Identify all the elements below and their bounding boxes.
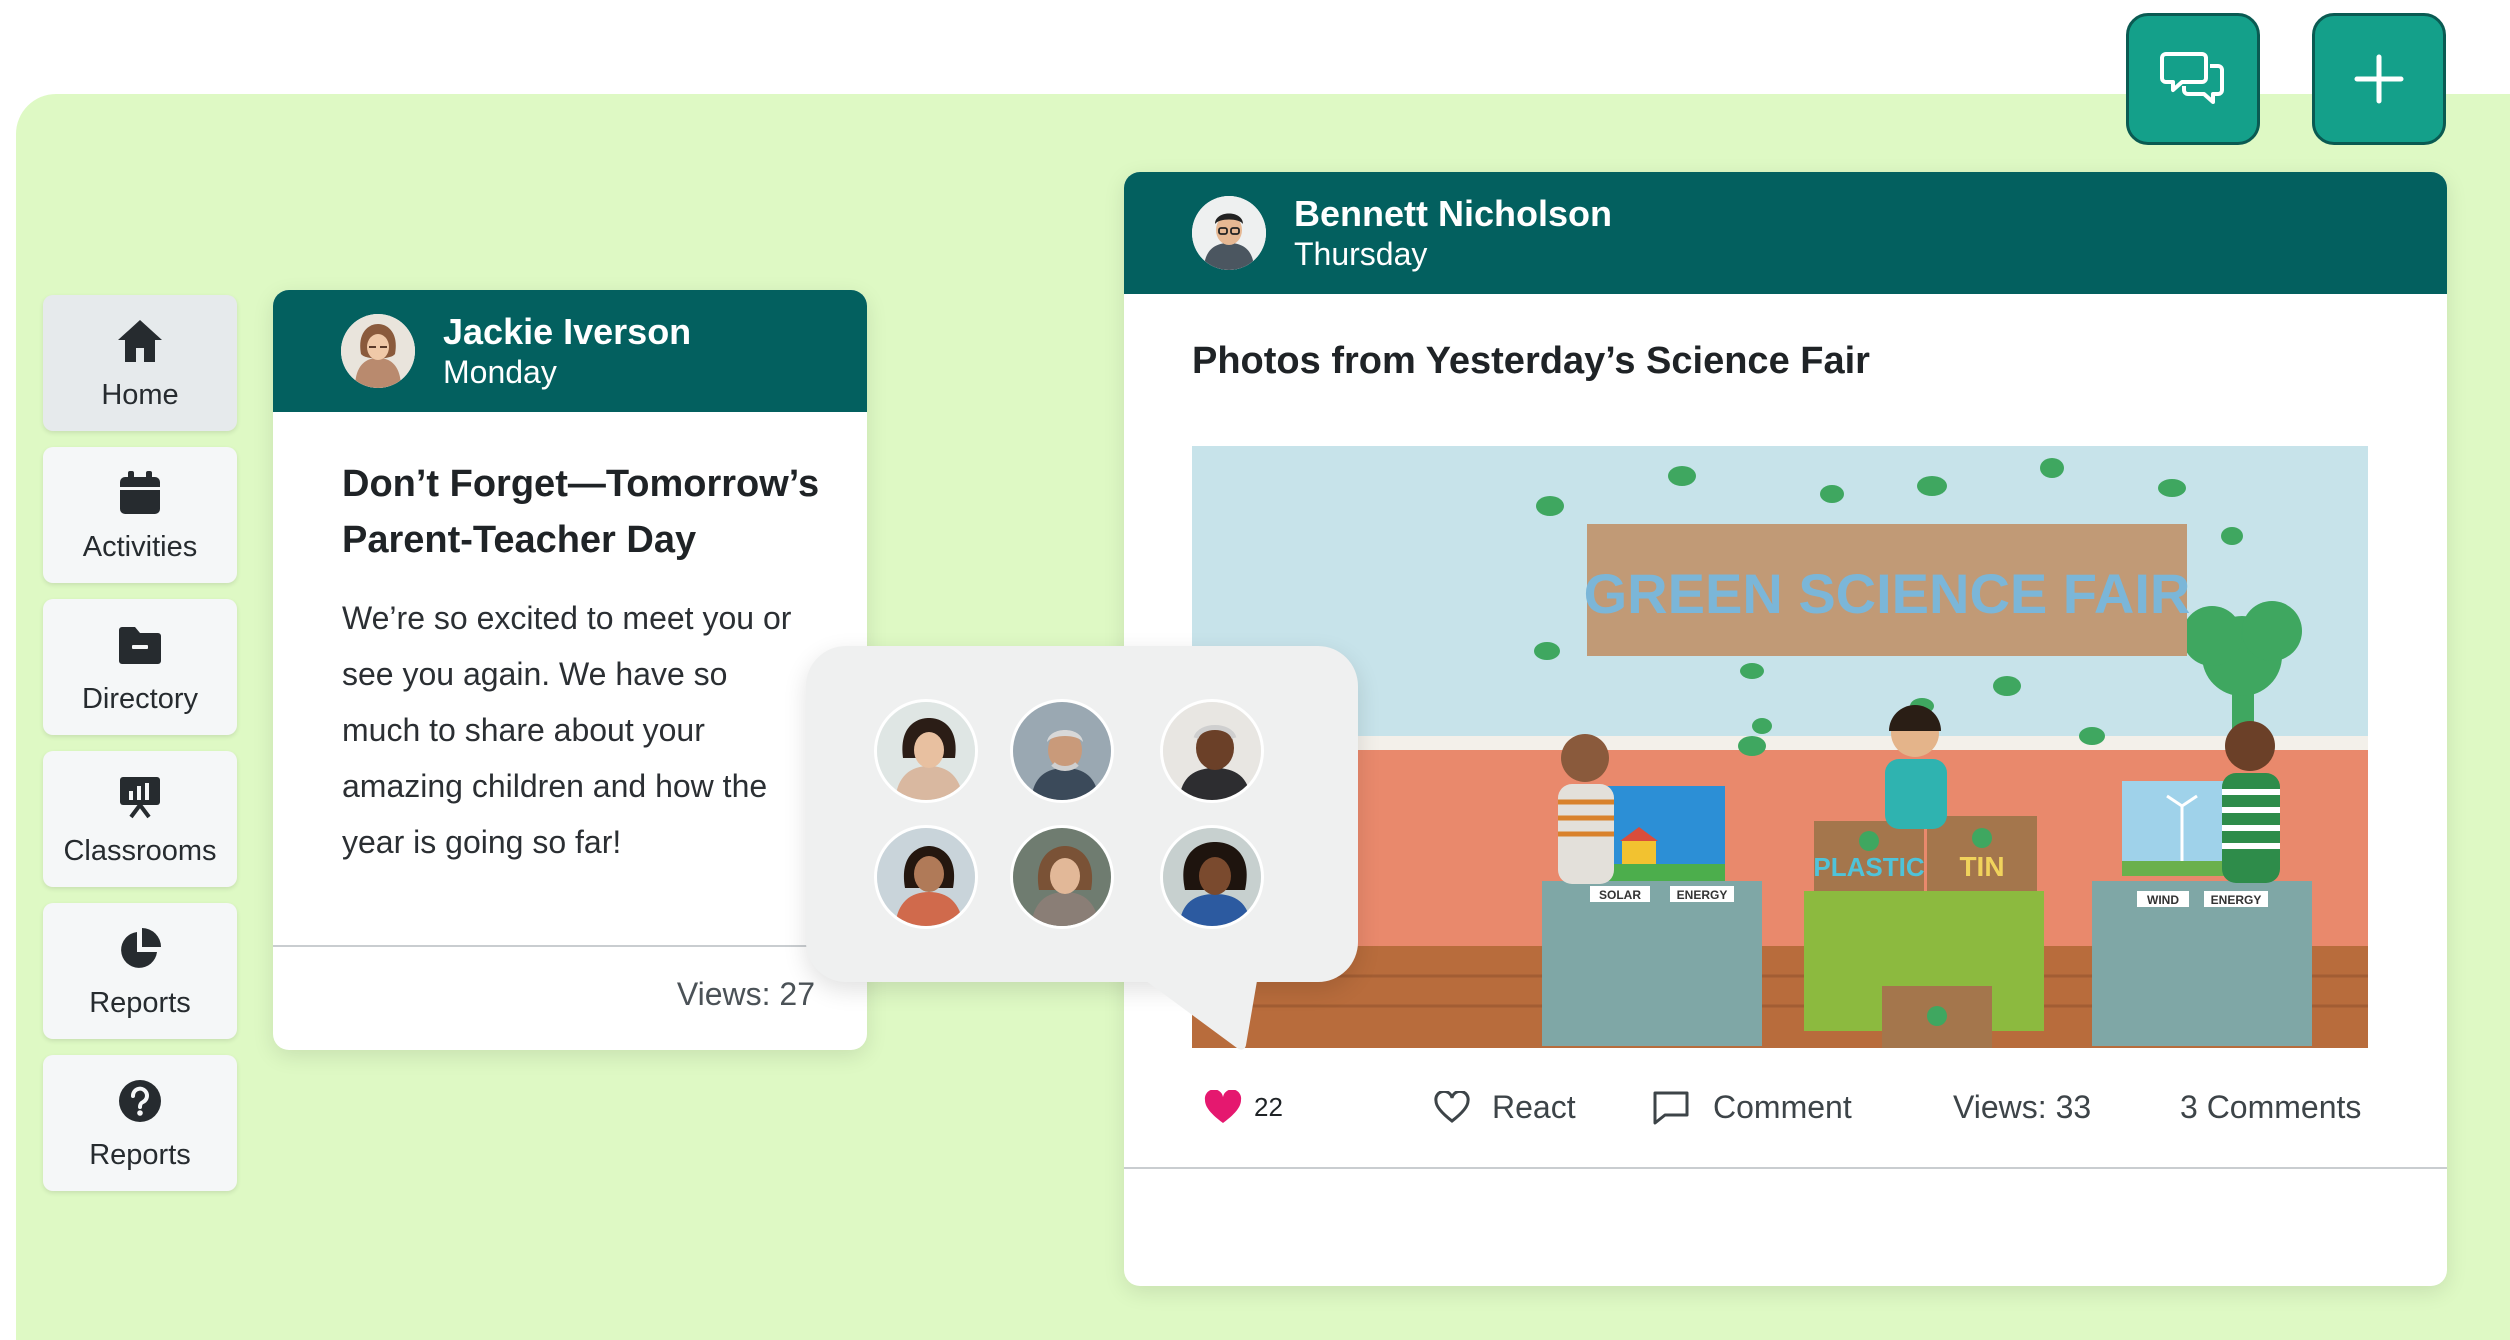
author-name: Jackie Iverson <box>443 311 692 353</box>
reactions-popover <box>806 646 1358 982</box>
avatar[interactable] <box>874 699 978 803</box>
sidebar-item-label: Directory <box>81 682 198 715</box>
sidebar-item-label: Reports <box>89 986 191 1019</box>
divider <box>1124 1167 2447 1169</box>
calendar-icon <box>114 467 166 519</box>
pie-chart-icon <box>114 923 166 975</box>
messages-button[interactable] <box>2126 13 2260 145</box>
energy-label-left: ENERGY <box>1677 888 1728 902</box>
comments-count-link[interactable]: 3 Comments <box>2180 1072 2361 1142</box>
wind-label: WIND <box>2147 893 2179 907</box>
science-fair-photo[interactable]: GREEN SCIENCE FAIR SOLAR ENERGY PLASTIC … <box>1192 446 2368 1048</box>
avatar[interactable] <box>874 825 978 929</box>
sidebar-item-label: Classrooms <box>63 834 217 867</box>
sidebar-item-directory[interactable]: Directory <box>43 599 237 735</box>
chat-bubbles-icon <box>2160 52 2224 104</box>
sidebar-item-label: Reports <box>89 1138 191 1171</box>
home-icon <box>114 315 166 367</box>
sidebar-item-activities[interactable]: Activities <box>43 447 237 583</box>
tin-sign: TIN <box>1959 851 2004 882</box>
heart-filled-icon <box>1204 1090 1242 1124</box>
heart-outline-icon <box>1434 1091 1470 1123</box>
post-header: Jackie Iverson Monday <box>273 290 867 412</box>
react-label: React <box>1492 1088 1576 1125</box>
avatar <box>1192 196 1266 270</box>
popover-tail <box>1138 975 1258 1050</box>
folder-icon <box>114 619 166 671</box>
plastic-sign: PLASTIC <box>1813 852 1924 882</box>
sidebar-item-home[interactable]: Home <box>43 295 237 431</box>
views-count: Views: 33 <box>1953 1088 2092 1125</box>
post-actions: 22 React Comment Views: 33 3 Comments <box>1124 1072 2447 1142</box>
views-count: Views: 27 <box>676 976 815 1012</box>
sidebar-item-classrooms[interactable]: Classrooms <box>43 751 237 887</box>
plus-icon <box>2354 54 2404 104</box>
add-post-button[interactable] <box>2312 13 2446 145</box>
comment-label: Comment <box>1713 1088 1852 1125</box>
sidebar-item-label: Activities <box>82 530 198 563</box>
post-title: Don’t Forget—Tomorrow’s Parent-Teacher D… <box>342 463 820 561</box>
avatar[interactable] <box>1010 825 1114 929</box>
comment-icon <box>1651 1089 1691 1125</box>
react-button[interactable]: React <box>1434 1072 1576 1142</box>
avatar <box>341 314 415 388</box>
presentation-icon <box>114 771 166 823</box>
post-body: We’re so excited to meet you or see you … <box>342 600 792 860</box>
post-header: Bennett Nicholson Thursday <box>1124 172 2447 294</box>
avatar[interactable] <box>1160 699 1264 803</box>
avatar[interactable] <box>1160 825 1264 929</box>
author-name: Bennett Nicholson <box>1294 193 1613 235</box>
energy-label-right: ENERGY <box>2211 893 2262 907</box>
like-button[interactable]: 22 <box>1204 1072 1283 1142</box>
post-day: Monday <box>443 353 557 390</box>
sidebar-item-label: Home <box>101 378 179 411</box>
post-day: Thursday <box>1294 235 1428 272</box>
post-card-jackie[interactable]: Jackie Iverson Monday Don’t Forget—Tomor… <box>273 290 867 1050</box>
sidebar-item-help-reports[interactable]: Reports <box>43 1055 237 1191</box>
question-icon <box>114 1075 166 1127</box>
avatar[interactable] <box>1010 699 1114 803</box>
sidebar-item-reports[interactable]: Reports <box>43 903 237 1039</box>
divider <box>273 945 867 947</box>
post-title: Photos from Yesterday’s Science Fair <box>1192 340 1870 382</box>
comment-button[interactable]: Comment <box>1651 1072 1852 1142</box>
solar-label: SOLAR <box>1599 888 1641 902</box>
banner-text: GREEN SCIENCE FAIR <box>1584 562 2191 625</box>
like-count: 22 <box>1254 1091 1283 1122</box>
